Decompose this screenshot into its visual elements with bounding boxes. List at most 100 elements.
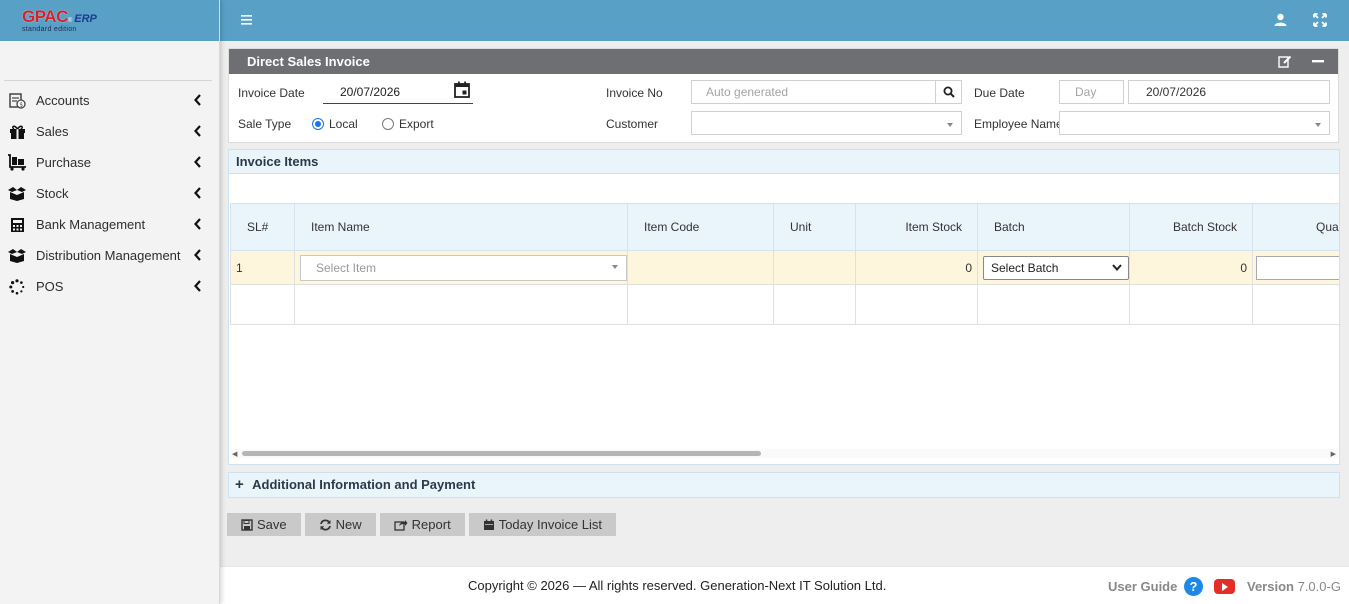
column-header-item-stock: Item Stock: [855, 203, 978, 251]
logo[interactable]: GPAC ® ERP: [22, 8, 219, 25]
main-content: Direct Sales Invoice Invoice Date 20/07/…: [220, 41, 1349, 566]
invoice-no-label: Invoice No: [606, 86, 663, 100]
svg-text:$: $: [19, 102, 23, 109]
plus-icon: +: [235, 476, 244, 493]
today-invoice-list-label: Today Invoice List: [498, 517, 603, 532]
sidebar-item-sales[interactable]: Sales: [0, 116, 219, 147]
chevron-left-icon: [194, 125, 201, 137]
item-stock-cell: 0: [855, 250, 978, 285]
report-label: Report: [411, 517, 451, 532]
new-label: New: [335, 517, 362, 532]
item-select[interactable]: Select Item: [300, 254, 627, 281]
sidebar-item-distribution-management[interactable]: Distribution Management: [0, 240, 219, 271]
sidebar-item-pos[interactable]: POS: [0, 271, 219, 302]
sale-type-label: Sale Type: [238, 117, 292, 131]
employee-name-label: Employee Name: [974, 117, 1063, 131]
horizontal-scrollbar[interactable]: ◀ ▶: [230, 449, 1338, 458]
batch-select[interactable]: Select Batch: [983, 255, 1129, 280]
due-date-input[interactable]: 20/07/2026: [1128, 80, 1330, 104]
column-header-sl: SL#: [230, 203, 295, 251]
save-button[interactable]: Save: [227, 513, 301, 536]
batch-cell: Select Batch: [977, 250, 1130, 285]
quantity-cell: [1252, 250, 1339, 285]
version-text: Version 7.0.0-G: [1247, 579, 1341, 594]
sidebar-menu: $ Accounts Sales Purchase Stock Bank Man…: [0, 85, 219, 302]
sidebar-item-purchase[interactable]: Purchase: [0, 147, 219, 178]
chevron-left-icon: [194, 280, 201, 292]
version-label: Version: [1247, 579, 1294, 594]
logo-erp: ERP: [74, 13, 97, 25]
invoice-date-label: Invoice Date: [238, 86, 305, 100]
chevron-left-icon: [194, 187, 201, 199]
due-date-value: 20/07/2026: [1146, 85, 1207, 99]
user-guide-link[interactable]: User Guide: [1108, 579, 1177, 594]
due-day-input[interactable]: Day: [1059, 80, 1124, 104]
fullscreen-icon[interactable]: [1313, 13, 1327, 27]
additional-info-title: Additional Information and Payment: [252, 477, 476, 492]
invoice-date-value: 20/07/2026: [340, 85, 401, 99]
item-name-cell: Select Item: [294, 250, 628, 285]
item-code-cell: [627, 250, 774, 285]
column-header-quantity: Quar: [1252, 203, 1339, 251]
invoice-no-input[interactable]: Auto generated: [691, 80, 936, 104]
sidebar-item-label: Sales: [36, 124, 69, 139]
edit-icon[interactable]: [1278, 55, 1292, 68]
sidebar-item-accounts[interactable]: $ Accounts: [0, 85, 219, 116]
dropdown-caret-icon: [1315, 123, 1321, 127]
sidebar-item-bank-management[interactable]: Bank Management: [0, 209, 219, 240]
sidebar-item-label: Purchase: [36, 155, 91, 170]
calculator-icon: [6, 216, 28, 234]
radio-selected-indicator: [312, 118, 324, 130]
box-icon: [6, 247, 28, 265]
invoice-items-section: Invoice Items SL# Item Name Item Code Un…: [228, 149, 1340, 465]
new-button[interactable]: New: [304, 513, 376, 536]
row-sl: 1: [230, 250, 295, 285]
today-invoice-list-button[interactable]: Today Invoice List: [468, 513, 617, 536]
chevron-left-icon: [194, 218, 201, 230]
minimize-icon[interactable]: [1312, 60, 1324, 63]
invoice-no-placeholder: Auto generated: [706, 85, 789, 99]
employee-select[interactable]: [1059, 111, 1330, 135]
sidebar-item-stock[interactable]: Stock: [0, 178, 219, 209]
sidebar-item-label: Bank Management: [36, 217, 146, 232]
sale-type-export-radio[interactable]: Export: [382, 117, 434, 131]
radio-label: Local: [329, 117, 358, 131]
column-header-unit: Unit: [773, 203, 856, 251]
invoice-items-title: Invoice Items: [229, 150, 1339, 174]
customer-select[interactable]: [691, 111, 962, 135]
calendar-icon[interactable]: [454, 81, 470, 98]
sidebar-item-label: Accounts: [36, 93, 90, 108]
radio-indicator: [382, 118, 394, 130]
help-icon[interactable]: ?: [1184, 577, 1203, 596]
due-date-label: Due Date: [974, 86, 1025, 100]
version-value: 7.0.0-G: [1297, 579, 1341, 594]
scrollbar-thumb[interactable]: [242, 451, 761, 456]
purchase-icon: [6, 154, 28, 172]
top-bar: [220, 0, 1349, 41]
scroll-right-arrow-icon[interactable]: ▶: [1331, 450, 1336, 458]
unit-cell: [773, 250, 856, 285]
column-header-item-name: Item Name: [294, 203, 628, 251]
box-icon: [6, 185, 28, 203]
report-button[interactable]: Report: [379, 513, 465, 536]
refresh-icon: [319, 518, 331, 531]
batch-select-placeholder: Select Batch: [991, 260, 1059, 275]
youtube-icon[interactable]: [1214, 579, 1235, 594]
sidebar-divider: [4, 80, 212, 81]
quantity-input[interactable]: [1256, 255, 1339, 280]
sidebar-item-label: Stock: [36, 186, 69, 201]
hamburger-menu-icon[interactable]: [240, 13, 254, 27]
panel-header: Direct Sales Invoice: [229, 49, 1338, 74]
invoice-search-button[interactable]: [935, 80, 962, 104]
column-header-batch-stock: Batch Stock: [1129, 203, 1253, 251]
logo-reg: ®: [67, 18, 73, 24]
user-icon[interactable]: [1274, 13, 1287, 27]
invoice-date-input[interactable]: 20/07/2026: [323, 80, 473, 104]
additional-info-toggle[interactable]: + Additional Information and Payment: [228, 472, 1340, 498]
scroll-left-arrow-icon[interactable]: ◀: [232, 450, 237, 458]
dropdown-caret-icon: [612, 264, 618, 269]
sale-type-local-radio[interactable]: Local: [312, 117, 358, 131]
customer-label: Customer: [606, 117, 659, 131]
calendar-icon: [483, 519, 494, 530]
save-label: Save: [257, 517, 287, 532]
